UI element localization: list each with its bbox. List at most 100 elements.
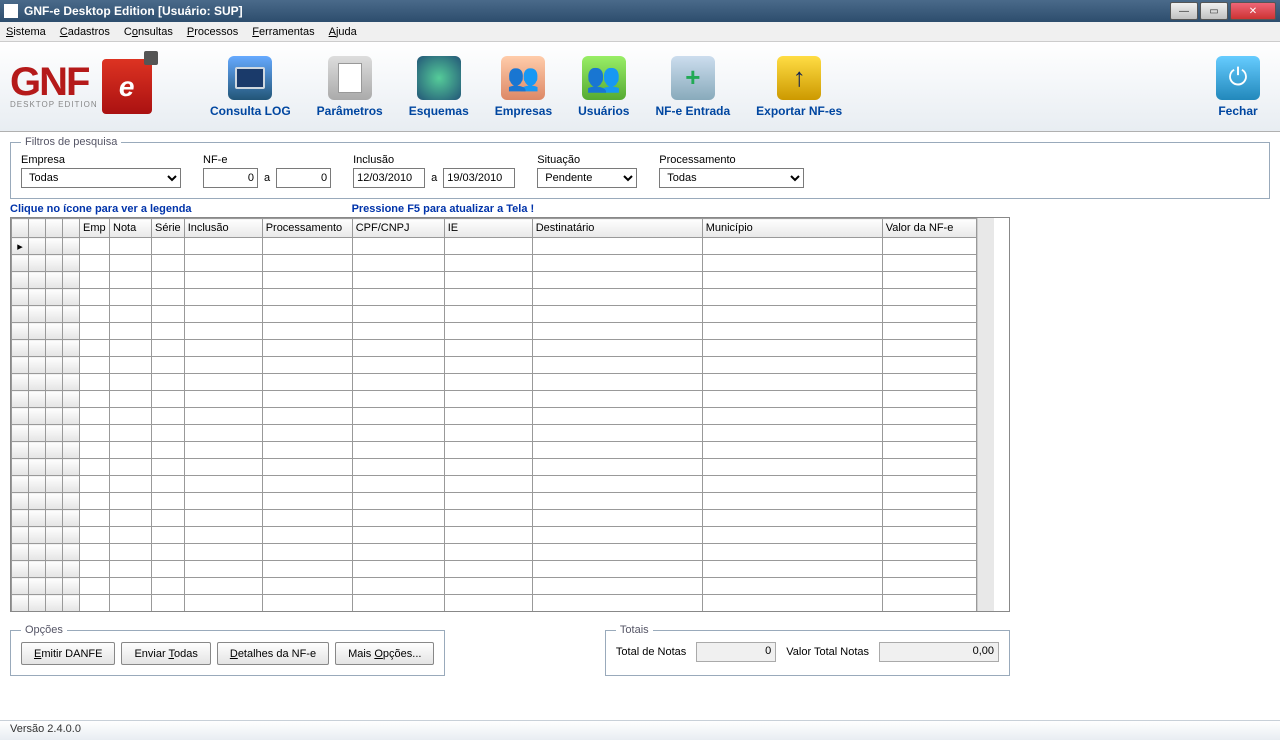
- opcoes-fieldset: Opções Emitir DANFE Enviar Todas Detalhe…: [10, 624, 445, 676]
- table-row[interactable]: ▸: [12, 238, 977, 255]
- table-row[interactable]: [12, 408, 977, 425]
- table-row[interactable]: [12, 323, 977, 340]
- column-header[interactable]: CPF/CNPJ: [352, 219, 444, 238]
- close-button[interactable]: ✕: [1230, 2, 1276, 20]
- table-row[interactable]: [12, 425, 977, 442]
- menu-ferramentas[interactable]: Ferramentas: [252, 26, 314, 38]
- table-row[interactable]: [12, 459, 977, 476]
- column-header[interactable]: Emp: [80, 219, 110, 238]
- hint-legend[interactable]: Clique no ícone para ver a legenda: [10, 203, 192, 215]
- toolbar-parametros[interactable]: Parâmetros: [307, 52, 393, 122]
- toolbar-usuarios[interactable]: Usuários: [568, 52, 639, 122]
- window-controls: — ▭ ✕: [1170, 2, 1276, 20]
- toolbar-label: Exportar NF-es: [756, 104, 842, 118]
- column-header[interactable]: [63, 219, 80, 238]
- filters-fieldset: Filtros de pesquisa Empresa Todas NF-e a…: [10, 136, 1270, 199]
- column-header[interactable]: [12, 219, 29, 238]
- menu-cadastros[interactable]: Cadastros: [60, 26, 110, 38]
- table-row[interactable]: [12, 595, 977, 612]
- power-icon: [1216, 56, 1260, 100]
- menu-processos[interactable]: Processos: [187, 26, 238, 38]
- statusbar: Versão 2.4.0.0: [0, 720, 1280, 740]
- table-row[interactable]: [12, 272, 977, 289]
- table-row[interactable]: [12, 357, 977, 374]
- toolbar-label: Esquemas: [409, 104, 469, 118]
- menubar: Sistema Cadastros Consultas Processos Fe…: [0, 22, 1280, 42]
- logo-text: GNF: [10, 64, 98, 100]
- toolbar-esquemas[interactable]: Esquemas: [399, 52, 479, 122]
- table-row[interactable]: [12, 527, 977, 544]
- mais-opcoes-button[interactable]: Mais Opções...: [335, 642, 434, 665]
- logo-subtitle: DESKTOP EDITION: [10, 100, 98, 109]
- inclusao-from-input[interactable]: [353, 168, 425, 188]
- maximize-button[interactable]: ▭: [1200, 2, 1228, 20]
- toolbar-label: Empresas: [495, 104, 552, 118]
- column-header[interactable]: Destinatário: [532, 219, 702, 238]
- column-header[interactable]: [46, 219, 63, 238]
- toolbar-nfe-entrada[interactable]: NF-e Entrada: [645, 52, 740, 122]
- users-icon: [582, 56, 626, 100]
- monitor-icon: [228, 56, 272, 100]
- toolbar-label: NF-e Entrada: [655, 104, 730, 118]
- table-row[interactable]: [12, 340, 977, 357]
- toolbar-consulta-log[interactable]: Consulta LOG: [200, 52, 301, 122]
- column-header[interactable]: Inclusão: [184, 219, 262, 238]
- table-row[interactable]: [12, 578, 977, 595]
- table-row[interactable]: [12, 544, 977, 561]
- column-header[interactable]: Série: [152, 219, 185, 238]
- inclusao-to-input[interactable]: [443, 168, 515, 188]
- grid-container: EmpNotaSérieInclusãoProcessamentoCPF/CNP…: [10, 217, 1010, 612]
- minimize-button[interactable]: —: [1170, 2, 1198, 20]
- table-row[interactable]: [12, 255, 977, 272]
- table-row[interactable]: [12, 374, 977, 391]
- nfe-sep: a: [264, 172, 270, 184]
- nfe-to-input[interactable]: [276, 168, 331, 188]
- column-header[interactable]: Nota: [110, 219, 152, 238]
- logo-e-icon: [102, 59, 152, 114]
- column-header[interactable]: IE: [444, 219, 532, 238]
- column-header[interactable]: [29, 219, 46, 238]
- column-header[interactable]: Processamento: [262, 219, 352, 238]
- valor-total-value: 0,00: [879, 642, 999, 662]
- folder-up-icon: [777, 56, 821, 100]
- toolbar-fechar[interactable]: Fechar: [1206, 52, 1270, 122]
- menu-consultas[interactable]: Consultas: [124, 26, 173, 38]
- processamento-select[interactable]: Todas: [659, 168, 804, 188]
- totais-fieldset: Totais Total de Notas 0 Valor Total Nota…: [605, 624, 1010, 676]
- totais-legend: Totais: [616, 624, 653, 636]
- empresa-select[interactable]: Todas: [21, 168, 181, 188]
- table-row[interactable]: [12, 510, 977, 527]
- menu-sistema[interactable]: Sistema: [6, 26, 46, 38]
- data-grid[interactable]: EmpNotaSérieInclusãoProcessamentoCPF/CNP…: [11, 218, 977, 612]
- nfe-from-input[interactable]: [203, 168, 258, 188]
- people-icon: [501, 56, 545, 100]
- titlebar: GNF-e Desktop Edition [Usuário: SUP] — ▭…: [0, 0, 1280, 22]
- inclusao-label: Inclusão: [353, 154, 515, 166]
- table-row[interactable]: [12, 442, 977, 459]
- toolbar-label: Parâmetros: [317, 104, 383, 118]
- window-title: GNF-e Desktop Edition [Usuário: SUP]: [24, 4, 1170, 18]
- table-row[interactable]: [12, 493, 977, 510]
- table-row[interactable]: [12, 476, 977, 493]
- enviar-todas-button[interactable]: Enviar Todas: [121, 642, 210, 665]
- hint-row: Clique no ícone para ver a legenda Press…: [10, 203, 1270, 215]
- situacao-select[interactable]: Pendente: [537, 168, 637, 188]
- toolbar-exportar[interactable]: Exportar NF-es: [746, 52, 852, 122]
- toolbar-label: Consulta LOG: [210, 104, 291, 118]
- nfe-label: NF-e: [203, 154, 331, 166]
- column-header[interactable]: Município: [702, 219, 882, 238]
- inclusao-sep: a: [431, 172, 437, 184]
- table-row[interactable]: [12, 289, 977, 306]
- table-row[interactable]: [12, 306, 977, 323]
- menu-ajuda[interactable]: Ajuda: [329, 26, 357, 38]
- toolbar-empresas[interactable]: Empresas: [485, 52, 562, 122]
- table-row[interactable]: [12, 391, 977, 408]
- detalhes-nfe-button[interactable]: Detalhes da NF-e: [217, 642, 329, 665]
- table-row[interactable]: [12, 561, 977, 578]
- emitir-danfe-button[interactable]: Emitir DANFE: [21, 642, 115, 665]
- situacao-label: Situação: [537, 154, 637, 166]
- toolbar-label: Fechar: [1218, 104, 1257, 118]
- vertical-scrollbar[interactable]: [977, 218, 994, 611]
- hint-f5: Pressione F5 para atualizar a Tela !: [352, 203, 535, 215]
- column-header[interactable]: Valor da NF-e: [882, 219, 976, 238]
